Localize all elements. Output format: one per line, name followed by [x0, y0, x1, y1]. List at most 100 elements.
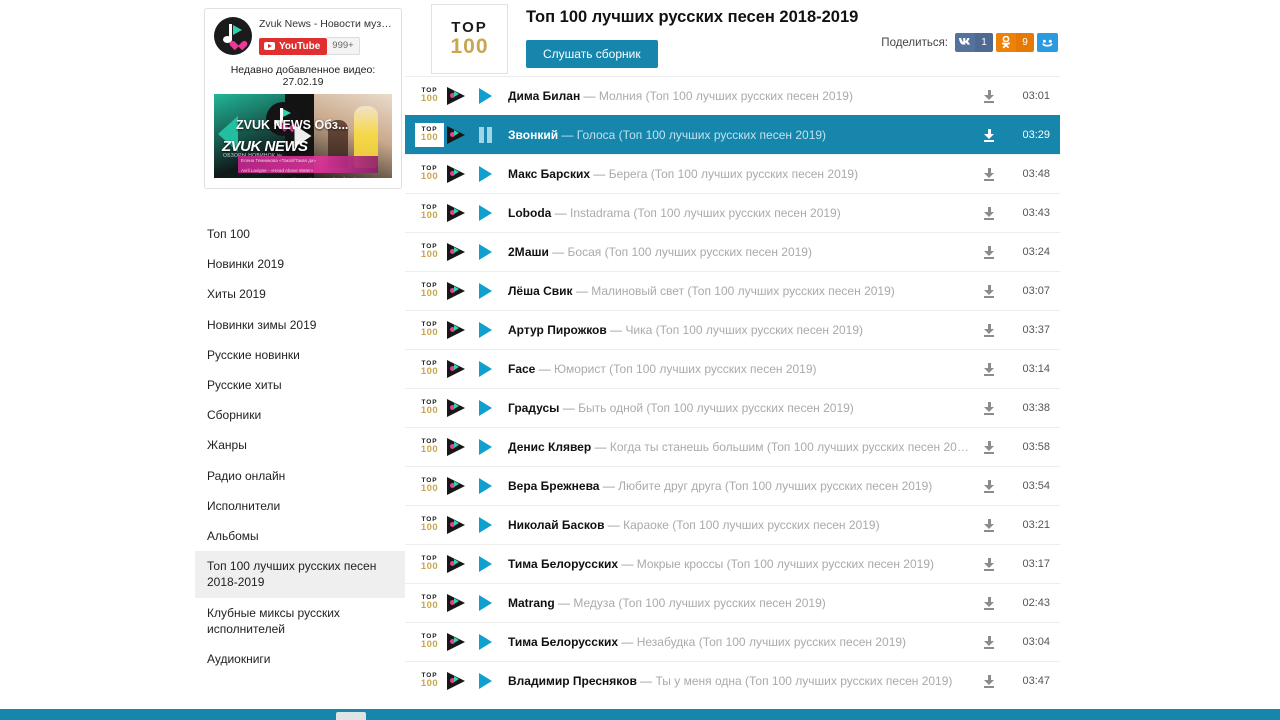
- sidebar-item-2[interactable]: Хиты 2019: [195, 279, 405, 309]
- play-button[interactable]: [474, 478, 496, 494]
- track-row[interactable]: TOP 100 Звонкий — Голоса (Топ 100 лучших р…: [405, 115, 1060, 154]
- track-row[interactable]: TOP 100 Лёша Свик — Малиновый свет (Топ 10…: [405, 271, 1060, 310]
- play-button[interactable]: [474, 88, 496, 104]
- share-vk-button[interactable]: 1: [955, 33, 993, 52]
- youtube-channel-widget[interactable]: Zvuk News - Новости музыки YouTube 999+ …: [204, 8, 402, 190]
- channel-avatar-icon: [214, 17, 252, 55]
- track-row[interactable]: TOP 100 Артур Пирожков — Чика (Топ 100 луч…: [405, 310, 1060, 349]
- site-logo-icon: [447, 477, 467, 495]
- track-duration: 03:43: [1022, 207, 1050, 219]
- track-collection-suffix: (Топ 100 лучших русских песен 2019): [695, 635, 907, 649]
- track-label: 2Маши — Босая (Топ 100 лучших русских пе…: [508, 245, 974, 259]
- play-button[interactable]: [474, 439, 496, 455]
- play-icon: [478, 517, 492, 533]
- track-cover-number-text: 100: [420, 522, 439, 534]
- track-row[interactable]: TOP 100 Денис Клявер — Когда ты станешь бо…: [405, 427, 1060, 466]
- download-button[interactable]: [974, 479, 1004, 493]
- download-icon: [984, 440, 995, 454]
- download-button[interactable]: [974, 323, 1004, 337]
- download-button[interactable]: [974, 206, 1004, 220]
- track-row[interactable]: TOP 100 2Маши — Босая (Топ 100 лучших русс…: [405, 232, 1060, 271]
- track-duration: 03:01: [1022, 90, 1050, 102]
- browser-tab-stub[interactable]: [336, 712, 366, 720]
- track-row[interactable]: TOP 100 Loboda — Instadrama (Топ 100 лучши…: [405, 193, 1060, 232]
- play-button[interactable]: [474, 205, 496, 221]
- download-button[interactable]: [974, 518, 1004, 532]
- video-thumbnail[interactable]: ZVUK NEWS ОБЗОРЫ НОВИНОК № Елена Темнико…: [214, 94, 392, 179]
- track-label: Макс Барских — Берега (Топ 100 лучших ру…: [508, 167, 974, 181]
- track-label: Face — Юморист (Топ 100 лучших русских п…: [508, 362, 974, 376]
- sidebar-item-8[interactable]: Радио онлайн: [195, 461, 405, 491]
- play-button[interactable]: [474, 595, 496, 611]
- sidebar-item-5[interactable]: Русские хиты: [195, 370, 405, 400]
- download-button[interactable]: [974, 674, 1004, 688]
- download-button[interactable]: [974, 245, 1004, 259]
- share-odnoklassniki-button[interactable]: 9: [996, 33, 1034, 52]
- pause-button[interactable]: [474, 127, 496, 143]
- play-button[interactable]: [474, 283, 496, 299]
- download-button[interactable]: [974, 128, 1004, 142]
- play-button[interactable]: [474, 400, 496, 416]
- download-icon: [984, 596, 995, 610]
- share-mailru-button[interactable]: [1037, 33, 1058, 52]
- listen-collection-button[interactable]: Слушать сборник: [526, 39, 658, 68]
- track-row[interactable]: TOP 100 Тима Белорусских — Мокрые кроссы (…: [405, 544, 1060, 583]
- play-button[interactable]: [474, 634, 496, 650]
- sidebar-item-6[interactable]: Сборники: [195, 400, 405, 430]
- site-logo-icon: [447, 87, 467, 105]
- play-button[interactable]: [474, 244, 496, 260]
- play-button[interactable]: [474, 517, 496, 533]
- play-button[interactable]: [474, 166, 496, 182]
- download-button[interactable]: [974, 440, 1004, 454]
- sidebar-item-4[interactable]: Русские новинки: [195, 340, 405, 370]
- track-row[interactable]: TOP 100 Николай Басков — Караоке (Топ 100 …: [405, 505, 1060, 544]
- sidebar-item-12[interactable]: Клубные миксы русских исполнителей: [195, 598, 405, 644]
- sidebar-item-3[interactable]: Новинки зимы 2019: [195, 310, 405, 340]
- play-button[interactable]: [474, 322, 496, 338]
- download-button[interactable]: [974, 89, 1004, 103]
- download-icon: [984, 518, 995, 532]
- download-button[interactable]: [974, 401, 1004, 415]
- recent-video-label: Недавно добавленное видео: 27.02.19: [230, 64, 376, 89]
- track-collection-suffix: (Топ 100 лучших русских песен 2019): [684, 284, 895, 298]
- channel-name: Zvuk News - Новости музыки: [259, 18, 392, 30]
- channel-meta: Zvuk News - Новости музыки YouTube 999+: [259, 17, 392, 56]
- sidebar-item-11[interactable]: Топ 100 лучших русских песен 2018-2019: [195, 551, 405, 598]
- download-button[interactable]: [974, 284, 1004, 298]
- track-row[interactable]: TOP 100 Владимир Пресняков — Ты у меня одн…: [405, 661, 1060, 700]
- track-row[interactable]: TOP 100 Макс Барских — Берега (Топ 100 луч…: [405, 154, 1060, 193]
- sidebar-item-13[interactable]: Аудиокниги: [195, 644, 405, 674]
- track-cover-art: TOP 100: [415, 123, 444, 147]
- track-label: Вера Брежнева — Любите друг друга (Топ 1…: [508, 479, 974, 493]
- youtube-subscribe-button[interactable]: YouTube: [259, 37, 328, 55]
- sidebar-item-0[interactable]: Топ 100: [195, 219, 405, 249]
- play-button[interactable]: [474, 673, 496, 689]
- track-row[interactable]: TOP 100 Вера Брежнева — Любите друг друга …: [405, 466, 1060, 505]
- download-button[interactable]: [974, 635, 1004, 649]
- youtube-play-icon: [264, 42, 275, 51]
- cover-logo-number-text: 100: [450, 34, 489, 58]
- track-row[interactable]: TOP 100 Тима Белорусских — Незабудка (Топ …: [405, 622, 1060, 661]
- play-button[interactable]: [474, 556, 496, 572]
- download-button[interactable]: [974, 596, 1004, 610]
- track-row[interactable]: TOP 100 Градусы — Быть одной (Топ 100 лучш…: [405, 388, 1060, 427]
- track-artist: Face: [508, 362, 536, 376]
- download-button[interactable]: [974, 167, 1004, 181]
- download-button[interactable]: [974, 362, 1004, 376]
- sidebar-item-10[interactable]: Альбомы: [195, 521, 405, 551]
- play-button[interactable]: [474, 361, 496, 377]
- track-title: Мокрые кроссы: [636, 557, 724, 571]
- track-label: Matrang — Медуза (Топ 100 лучших русских…: [508, 596, 974, 610]
- track-row[interactable]: TOP 100 Matrang — Медуза (Топ 100 лучших р…: [405, 583, 1060, 622]
- track-cover-number-text: 100: [420, 93, 439, 105]
- share-label: Поделиться:: [881, 36, 948, 49]
- track-row[interactable]: TOP 100 Дима Билан — Молния (Топ 100 лучши…: [405, 76, 1060, 115]
- sidebar-item-7[interactable]: Жанры: [195, 430, 405, 460]
- site-logo-icon: [447, 438, 467, 456]
- download-button[interactable]: [974, 557, 1004, 571]
- track-row[interactable]: TOP 100 Face — Юморист (Топ 100 лучших рус…: [405, 349, 1060, 388]
- sidebar-item-9[interactable]: Исполнители: [195, 491, 405, 521]
- site-logo-icon: [447, 594, 467, 612]
- sidebar-item-1[interactable]: Новинки 2019: [195, 249, 405, 279]
- thumbnail-play-icon[interactable]: [294, 125, 312, 148]
